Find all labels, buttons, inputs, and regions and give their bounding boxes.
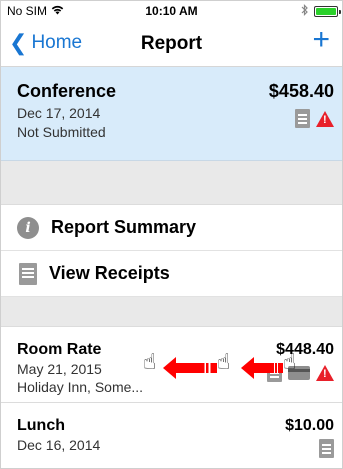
view-receipts-label: View Receipts — [49, 263, 170, 283]
phone-screen: No SIM 10:10 AM ❮ Home Report + Conferen… — [0, 0, 343, 469]
expense-row-lunch[interactable]: Lunch Dec 16, 2014 $10.00 — [1, 403, 342, 468]
page-title: Report — [140, 33, 203, 54]
report-header[interactable]: Conference Dec 17, 2014 Not Submitted $4… — [1, 67, 342, 161]
report-date: Dec 17, 2014 — [17, 105, 101, 121]
battery-icon — [314, 6, 341, 17]
expense-date: Dec 16, 2014 — [17, 437, 101, 453]
expense-amount: $10.00 — [285, 417, 334, 434]
warning-icon: ! — [316, 364, 334, 381]
expense-icons — [319, 439, 334, 458]
battery-fill — [316, 8, 336, 15]
expense-amount: $448.40 — [276, 341, 334, 358]
add-button[interactable]: + — [312, 25, 330, 55]
report-menu: i Report Summary View Receipts — [1, 205, 342, 297]
status-right-group — [301, 4, 341, 19]
warning-icon: ! — [316, 110, 334, 127]
report-status: Not Submitted — [17, 124, 106, 140]
receipt-icon — [295, 109, 310, 128]
report-icons: ! — [295, 109, 334, 128]
report-summary-item[interactable]: i Report Summary — [1, 205, 342, 251]
bluetooth-icon — [301, 4, 309, 19]
expense-row-room-rate[interactable]: Room Rate May 21, 2015 Holiday Inn, Some… — [1, 327, 342, 403]
receipt-icon — [319, 439, 334, 458]
receipt-icon — [19, 262, 37, 285]
status-bar: No SIM 10:10 AM — [1, 1, 342, 21]
receipt-icon — [267, 363, 282, 382]
nav-bar: ❮ Home Report + — [1, 21, 342, 67]
expense-icons: ! — [267, 363, 334, 382]
report-amount: $458.40 — [268, 81, 334, 101]
info-icon: i — [17, 216, 39, 239]
section-spacer — [1, 161, 342, 205]
report-summary-label: Report Summary — [51, 217, 197, 237]
credit-card-icon — [288, 365, 310, 380]
section-spacer — [1, 297, 342, 327]
view-receipts-item[interactable]: View Receipts — [1, 251, 342, 297]
status-time: 10:10 AM — [145, 4, 198, 18]
